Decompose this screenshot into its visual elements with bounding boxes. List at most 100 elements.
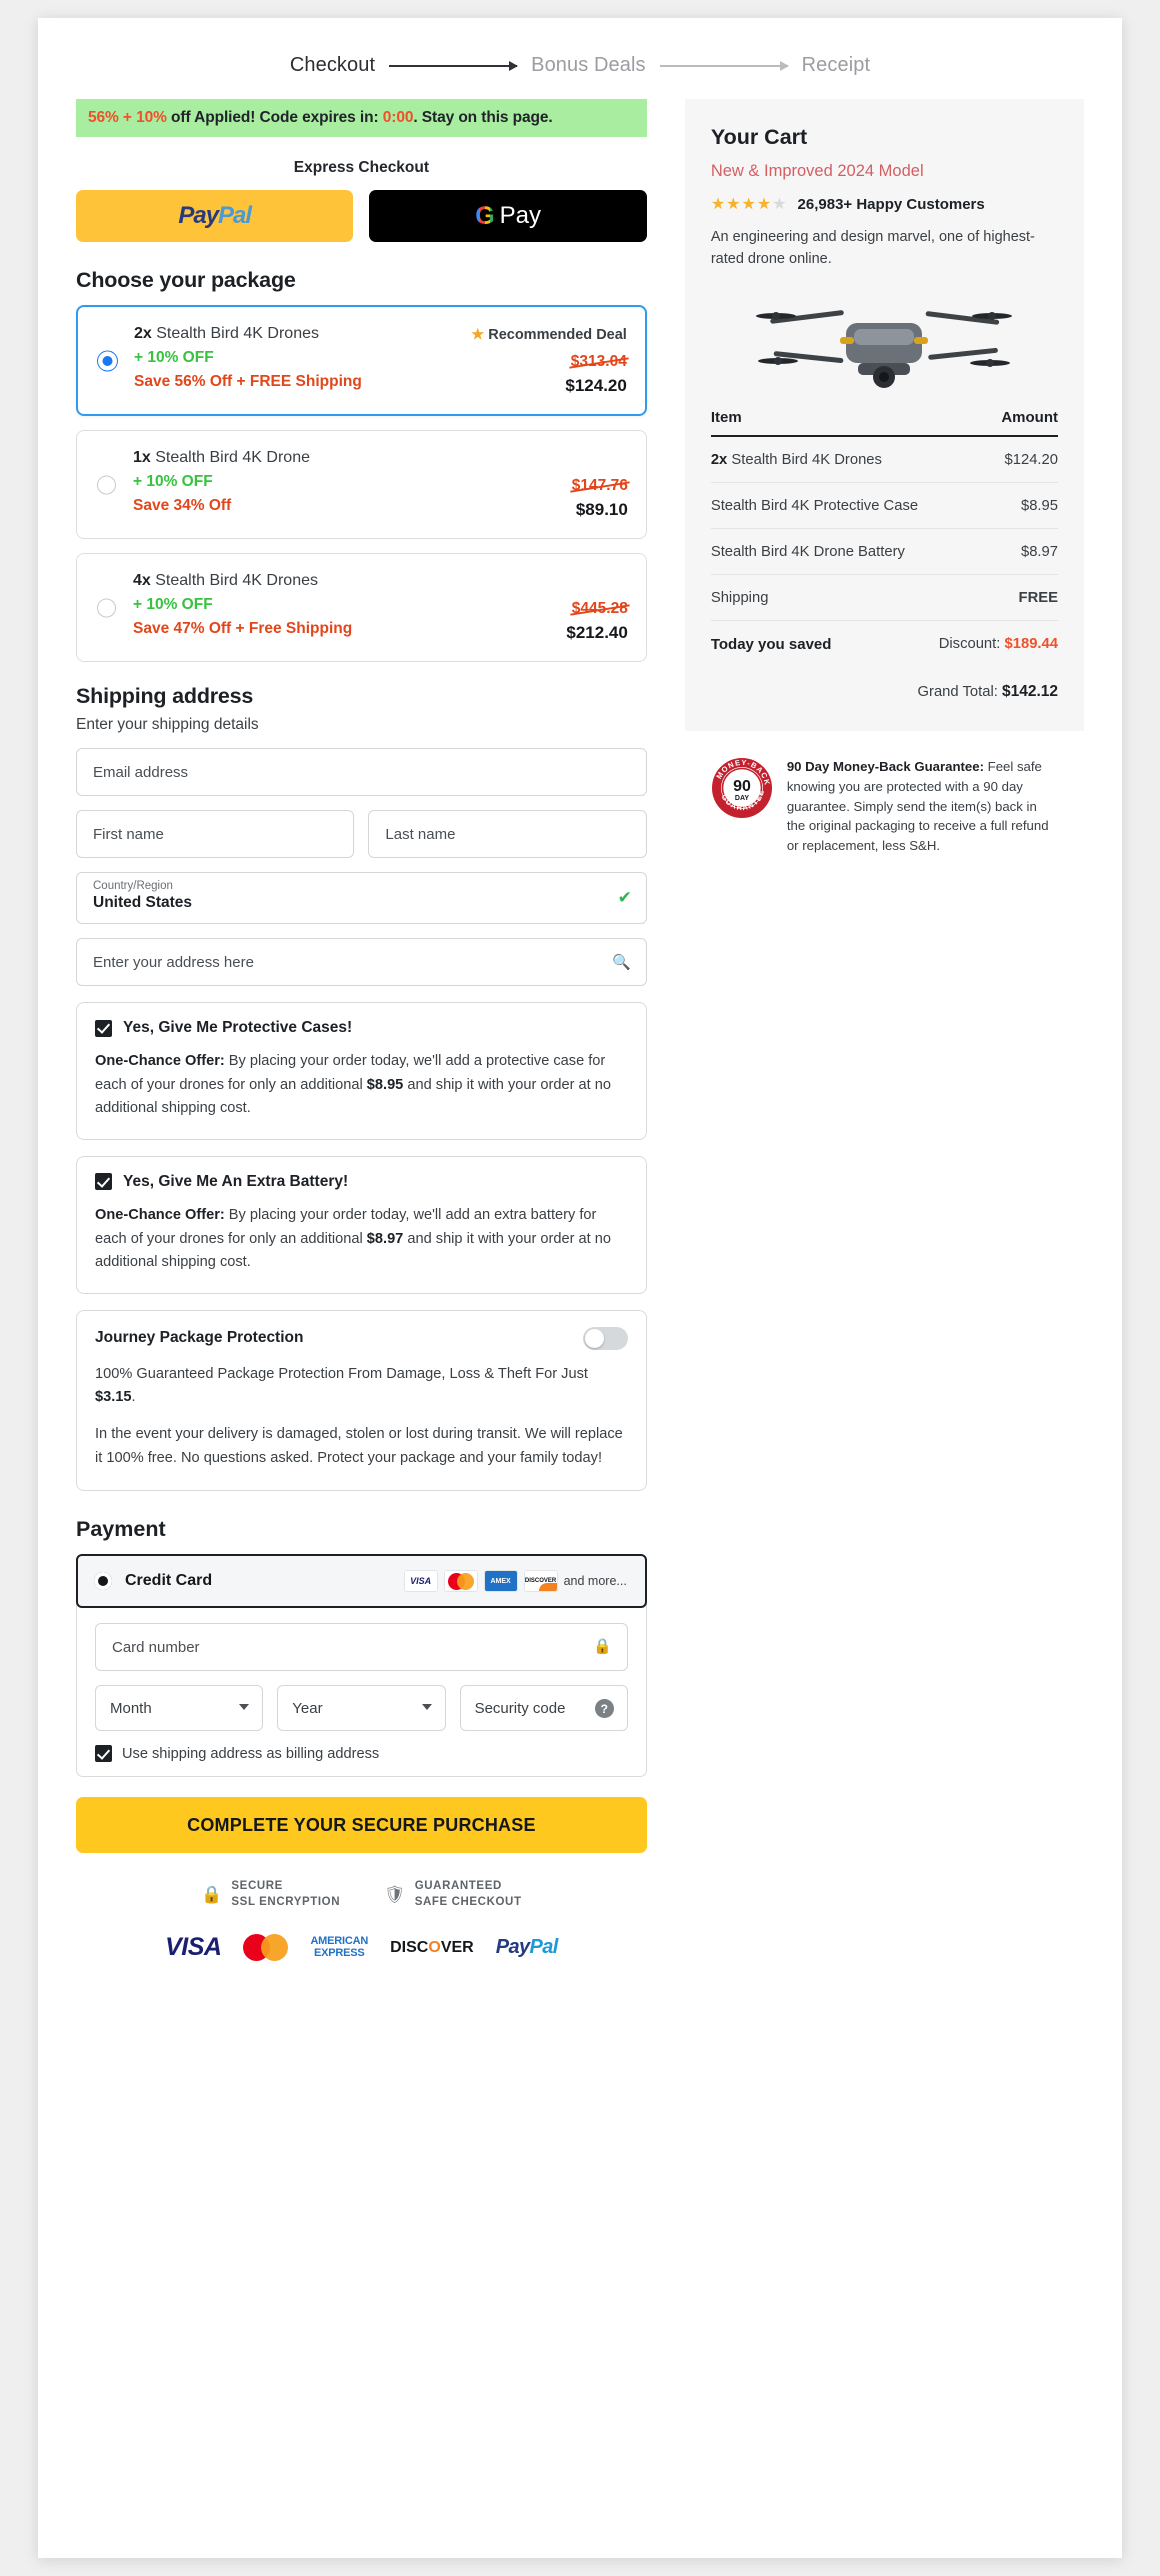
choose-package-title: Choose your package [76, 268, 296, 292]
discover-icon: DISCOVER [523, 1570, 558, 1593]
cart-row-amount-2: $8.97 [931, 528, 1058, 575]
search-icon: 🔍 [612, 954, 631, 971]
amex-logo: AMERICAN EXPRESS [310, 1935, 368, 1960]
email-input[interactable] [76, 748, 647, 796]
package-new-price-4x: $212.40 [566, 623, 628, 642]
package-old-price-1x: $147.76 [571, 477, 628, 494]
package-option-2x[interactable]: 2x Stealth Bird 4K Drones + 10% OFF Save… [76, 305, 647, 416]
svg-text:DAY: DAY [735, 795, 749, 802]
visa-logo: VISA [165, 1933, 222, 1962]
billing-address-checkbox[interactable] [95, 1745, 112, 1763]
trust-ssl: 🔒 SECURE SSL ENCRYPTION [201, 1879, 340, 1911]
package-protection-text-2: In the event your delivery is damaged, s… [95, 1426, 623, 1466]
trust-ssl-line2: SSL ENCRYPTION [231, 1896, 341, 1909]
cart-description: An engineering and design marvel, one of… [710, 229, 1035, 268]
paypal-button[interactable]: Pay Pal [76, 190, 354, 242]
expiry-year-select[interactable]: Year [277, 1685, 446, 1732]
package-option-1x[interactable]: 1x Stealth Bird 4K Drone + 10% OFF Save … [76, 430, 647, 539]
step-checkout[interactable]: Checkout [290, 54, 375, 77]
package-extra-2x: + 10% OFF [134, 349, 214, 366]
protective-cases-checkbox[interactable] [95, 1019, 112, 1037]
address-field-wrapper: 🔍 [76, 924, 647, 986]
table-row: 2x Stealth Bird 4K Drones $124.20 [710, 435, 1058, 483]
checkout-steps: Checkout Bonus Deals Receipt [38, 18, 1122, 99]
address-input[interactable] [76, 938, 647, 986]
package-name-1x: 1x Stealth Bird 4K Drone [133, 449, 310, 466]
checkout-main-column: 56% + 10% off Applied! Code expires in: … [76, 99, 647, 1992]
promo-banner: 56% + 10% off Applied! Code expires in: … [76, 99, 647, 137]
step-receipt[interactable]: Receipt [802, 54, 871, 77]
promo-mid: off Applied! Code expires in: [166, 109, 383, 126]
payment-title: Payment [76, 1517, 166, 1542]
gpay-button[interactable]: G Pay [369, 190, 647, 242]
security-code-field[interactable]: Security code ? [459, 1685, 628, 1732]
today-you-saved-label: Today you saved [710, 635, 832, 653]
package-protection-toggle[interactable] [582, 1326, 628, 1350]
discount-cell: Discount: $189.44 [938, 636, 1058, 653]
amex-line2: EXPRESS [313, 1946, 365, 1959]
complete-purchase-button[interactable]: COMPLETE YOUR SECURE PURCHASE [76, 1797, 647, 1854]
step-bonus-deals[interactable]: Bonus Deals [531, 54, 646, 77]
grand-total-row: Grand Total: $142.12 [917, 682, 1058, 700]
cart-row-label-1: Stealth Bird 4K Protective Case [710, 482, 932, 529]
google-g-icon: G [475, 201, 495, 230]
security-code-placeholder: Security code [474, 1699, 566, 1717]
footer-card-logos: VISA AMERICAN EXPRESS DISCOVER PayPal [76, 1933, 647, 1992]
billing-address-row[interactable]: Use shipping address as billing address [95, 1745, 628, 1763]
country-select[interactable]: Country/Region United States ✔ [76, 872, 647, 924]
package-new-price-2x: $124.20 [565, 376, 627, 395]
cart-savings-row: Today you saved Discount: $189.44 [711, 620, 1058, 667]
rating-stars: ★★★★★ [710, 196, 788, 213]
cart-row-amount-0: $124.20 [931, 435, 1058, 483]
package-radio-2x[interactable] [98, 351, 117, 370]
cart-row-amount-1: $8.95 [931, 482, 1058, 529]
package-option-4x[interactable]: 4x Stealth Bird 4K Drones + 10% OFF Save… [76, 553, 647, 662]
cart-table-header: Item Amount [710, 408, 1058, 437]
and-more-label: and more... [563, 1574, 627, 1589]
paypal-logo: PayPal [495, 1936, 559, 1959]
table-row: Shipping FREE [710, 574, 1058, 621]
cart-row-amount-3: FREE [931, 574, 1058, 621]
expiry-month-select[interactable]: Month [95, 1685, 264, 1732]
promo-percent: 56% + 10% [88, 109, 167, 126]
package-old-price-2x: $313.04 [570, 353, 627, 370]
offer-protective-cases[interactable]: Yes, Give Me Protective Cases! One-Chanc… [76, 1002, 647, 1140]
discover-logo: DISCOVER [390, 1938, 474, 1956]
offer-extra-battery[interactable]: Yes, Give Me An Extra Battery! One-Chanc… [76, 1155, 647, 1294]
first-name-input[interactable] [76, 810, 355, 858]
package-protection-card: Journey Package Protection 100% Guarante… [76, 1309, 647, 1492]
credit-card-radio[interactable] [94, 1572, 112, 1591]
help-icon[interactable]: ? [594, 1699, 614, 1719]
express-buttons: Pay Pal G Pay [76, 190, 647, 242]
checkout-page: Checkout Bonus Deals Receipt 56% + 10% o… [38, 18, 1122, 2558]
svg-text:90: 90 [733, 778, 751, 795]
protective-cases-label: Yes, Give Me Protective Cases! [123, 1019, 353, 1036]
package-save-2x: Save 56% Off + FREE Shipping [134, 373, 362, 390]
step-arrow-1 [389, 60, 519, 71]
package-extra-4x: + 10% OFF [133, 596, 213, 613]
package-protection-text-1: 100% Guaranteed Package Protection From … [95, 1365, 588, 1406]
expiry-year-value: Year [292, 1699, 323, 1717]
package-radio-4x[interactable] [97, 598, 116, 617]
cart-column: Your Cart New & Improved 2024 Model ★★★★… [684, 99, 1084, 856]
trust-safe-line1: GUARANTEED [414, 1880, 502, 1893]
cart-title: Your Cart [710, 125, 808, 149]
shield-badge-icon: 🛡 [384, 1885, 406, 1905]
table-row: Stealth Bird 4K Protective Case $8.95 [710, 482, 1058, 529]
check-icon: ✔ [617, 888, 632, 907]
last-name-input[interactable] [368, 810, 647, 858]
trust-ssl-line1: SECURE [231, 1880, 283, 1893]
paypal-logo-pay: Pay [178, 202, 219, 229]
paypal-logo-pal: Pal [218, 202, 252, 229]
credit-card-label: Credit Card [125, 1572, 213, 1590]
card-number-input[interactable] [95, 1623, 628, 1672]
extra-battery-checkbox[interactable] [95, 1173, 112, 1191]
credit-card-method[interactable]: Credit Card VISA AMEX DISCOVER and more.… [76, 1554, 647, 1609]
trust-safe: 🛡 GUARANTEED SAFE CHECKOUT [384, 1879, 521, 1911]
expiry-month-value: Month [110, 1699, 152, 1717]
gpay-label: Pay [499, 202, 542, 229]
cart-table: Item Amount 2x Stealth Bird 4K Drones $1… [710, 408, 1058, 667]
money-back-guarantee: 90 DAY MONEY-BACK GUARANTEE 90 Day Money… [685, 731, 1084, 856]
package-radio-1x[interactable] [97, 475, 116, 494]
lock-badge-icon: 🔒 [201, 1885, 223, 1905]
